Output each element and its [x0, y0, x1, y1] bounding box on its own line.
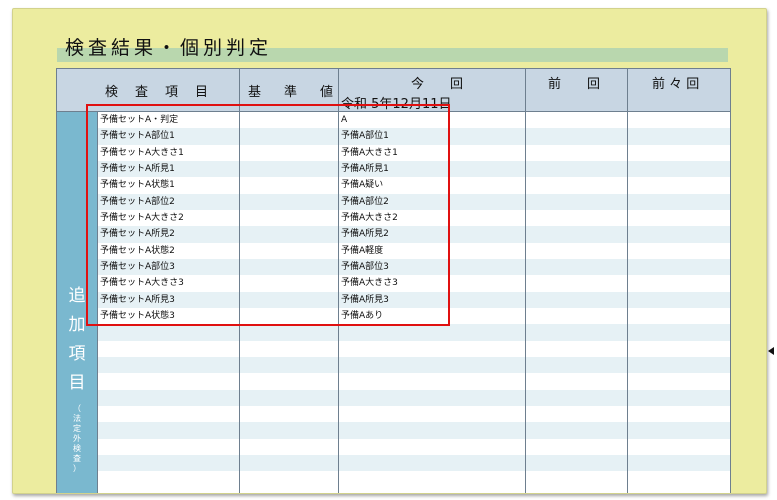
- header-item-label: 検 査 項 目: [105, 85, 211, 100]
- side-sublabel-char: 外: [73, 434, 81, 443]
- column-divider: [239, 112, 240, 493]
- table-row: [98, 439, 730, 455]
- side-sublabel-char: 査: [73, 454, 81, 463]
- table-row: [98, 373, 730, 389]
- table-row: [98, 308, 730, 324]
- row-item-cell: 予備セットA状態1: [100, 180, 175, 191]
- table-row: [98, 145, 730, 161]
- header-standard-char-2: 準: [284, 85, 298, 100]
- side-category-sublabel: （ 法 定 外 検 査 ）: [57, 404, 97, 474]
- row-item-cell: 予備セットA大きさ1: [100, 147, 184, 158]
- header-standard: 基 準 値: [240, 69, 339, 111]
- row-item-cell: 予備セットA状態3: [100, 310, 175, 321]
- right-page-marker-icon: [768, 347, 774, 355]
- row-current-cell: 予備A軽度: [341, 245, 384, 256]
- header-current-label: 今 回: [411, 77, 464, 92]
- side-sublabel-char: 定: [73, 424, 81, 433]
- row-current-cell: 予備A部位2: [341, 196, 389, 207]
- table-body: 予備セットA・判定 A 予備セットA部位1 予備A部位1 予備セットA大きさ1 予備A大き…: [98, 112, 730, 493]
- row-item-cell: 予備セットA部位3: [100, 261, 175, 272]
- row-current-cell: 予備A大きさ2: [341, 212, 398, 223]
- row-item-cell: 予備セットA所見3: [100, 294, 175, 305]
- header-previous: 前 回: [526, 69, 628, 111]
- table-row: [98, 226, 730, 243]
- table-row: [98, 275, 730, 291]
- row-current-cell: 予備A所見2: [341, 229, 389, 240]
- row-item-cell: 予備セットA状態2: [100, 245, 175, 256]
- table-row: [98, 112, 730, 128]
- page-title: 検査結果・個別判定: [65, 37, 273, 59]
- column-divider: [338, 112, 339, 493]
- side-sublabel-char: 検: [73, 444, 81, 453]
- row-item-cell: 予備セットA・判定: [100, 115, 179, 125]
- row-current-cell: 予備A所見3: [341, 294, 389, 305]
- row-current-cell: 予備A大きさ3: [341, 278, 398, 289]
- header-current: 今 回 令和 5年12月11日: [339, 69, 526, 112]
- title-area: 検査結果・個別判定: [57, 33, 728, 65]
- table-row: [98, 258, 730, 276]
- header-current-date: 令和 5年12月11日: [341, 97, 452, 112]
- table-row: [98, 406, 730, 422]
- table-row: [98, 128, 730, 145]
- header-standard-char-1: 基: [248, 85, 262, 100]
- header-previous2: 前 々 回: [628, 69, 730, 111]
- header-standard-char-3: 値: [320, 85, 334, 100]
- table-row: [98, 210, 730, 226]
- table-row: [98, 422, 730, 439]
- row-item-cell: 予備セットA大きさ2: [100, 212, 184, 223]
- row-item-cell: 予備セットA大きさ3: [100, 278, 184, 289]
- table-row: [98, 324, 730, 341]
- header-item: 検 査 項 目: [57, 69, 240, 111]
- side-label-char: 加: [68, 315, 86, 335]
- table-row: [98, 454, 730, 472]
- column-divider: [627, 112, 628, 493]
- table-row: [98, 193, 730, 210]
- side-category-label: 追 加 項 目: [57, 282, 97, 398]
- report-page: 検査結果・個別判定 検 査 項 目 基 準 値 今 回 令和 5年12月11日 …: [12, 8, 767, 494]
- row-current-cell: 予備A大きさ1: [341, 147, 398, 158]
- row-item-cell: 予備セットA部位1: [100, 131, 175, 142]
- side-sublabel-char: 法: [73, 414, 81, 423]
- column-divider: [525, 112, 526, 493]
- table-row: [98, 389, 730, 406]
- side-label-char: 追: [68, 286, 86, 306]
- table-row: [98, 243, 730, 259]
- table-header-row: 検 査 項 目 基 準 値 今 回 令和 5年12月11日 前 回 前 々 回: [57, 69, 730, 112]
- side-sublabel-char: ）: [73, 464, 81, 473]
- header-previous2-label: 前 々 回: [652, 77, 700, 92]
- row-item-cell: 予備セットA部位2: [100, 196, 175, 207]
- row-current-cell: 予備Aあり: [341, 310, 384, 321]
- side-label-char: 目: [68, 373, 86, 393]
- table-row: [98, 471, 730, 487]
- table-row: [98, 341, 730, 357]
- row-item-cell: 予備セットA所見1: [100, 163, 175, 174]
- results-table: 検 査 項 目 基 準 値 今 回 令和 5年12月11日 前 回 前 々 回 …: [56, 68, 731, 493]
- side-label-char: 項: [68, 344, 86, 364]
- table-row: [98, 177, 730, 193]
- row-current-cell: 予備A所見1: [341, 163, 389, 174]
- table-row: [98, 160, 730, 178]
- row-current-cell: 予備A疑い: [341, 180, 384, 191]
- row-current-cell: A: [341, 115, 348, 125]
- side-sublabel-char: （: [73, 404, 81, 413]
- row-current-cell: 予備A部位1: [341, 131, 389, 142]
- table-row: [98, 356, 730, 374]
- table-row: [98, 291, 730, 308]
- side-category-band: 追 加 項 目 （ 法 定 外 検 査 ）: [57, 112, 98, 493]
- row-item-cell: 予備セットA所見2: [100, 229, 175, 240]
- row-current-cell: 予備A部位3: [341, 261, 389, 272]
- header-previous-label: 前 回: [548, 77, 601, 92]
